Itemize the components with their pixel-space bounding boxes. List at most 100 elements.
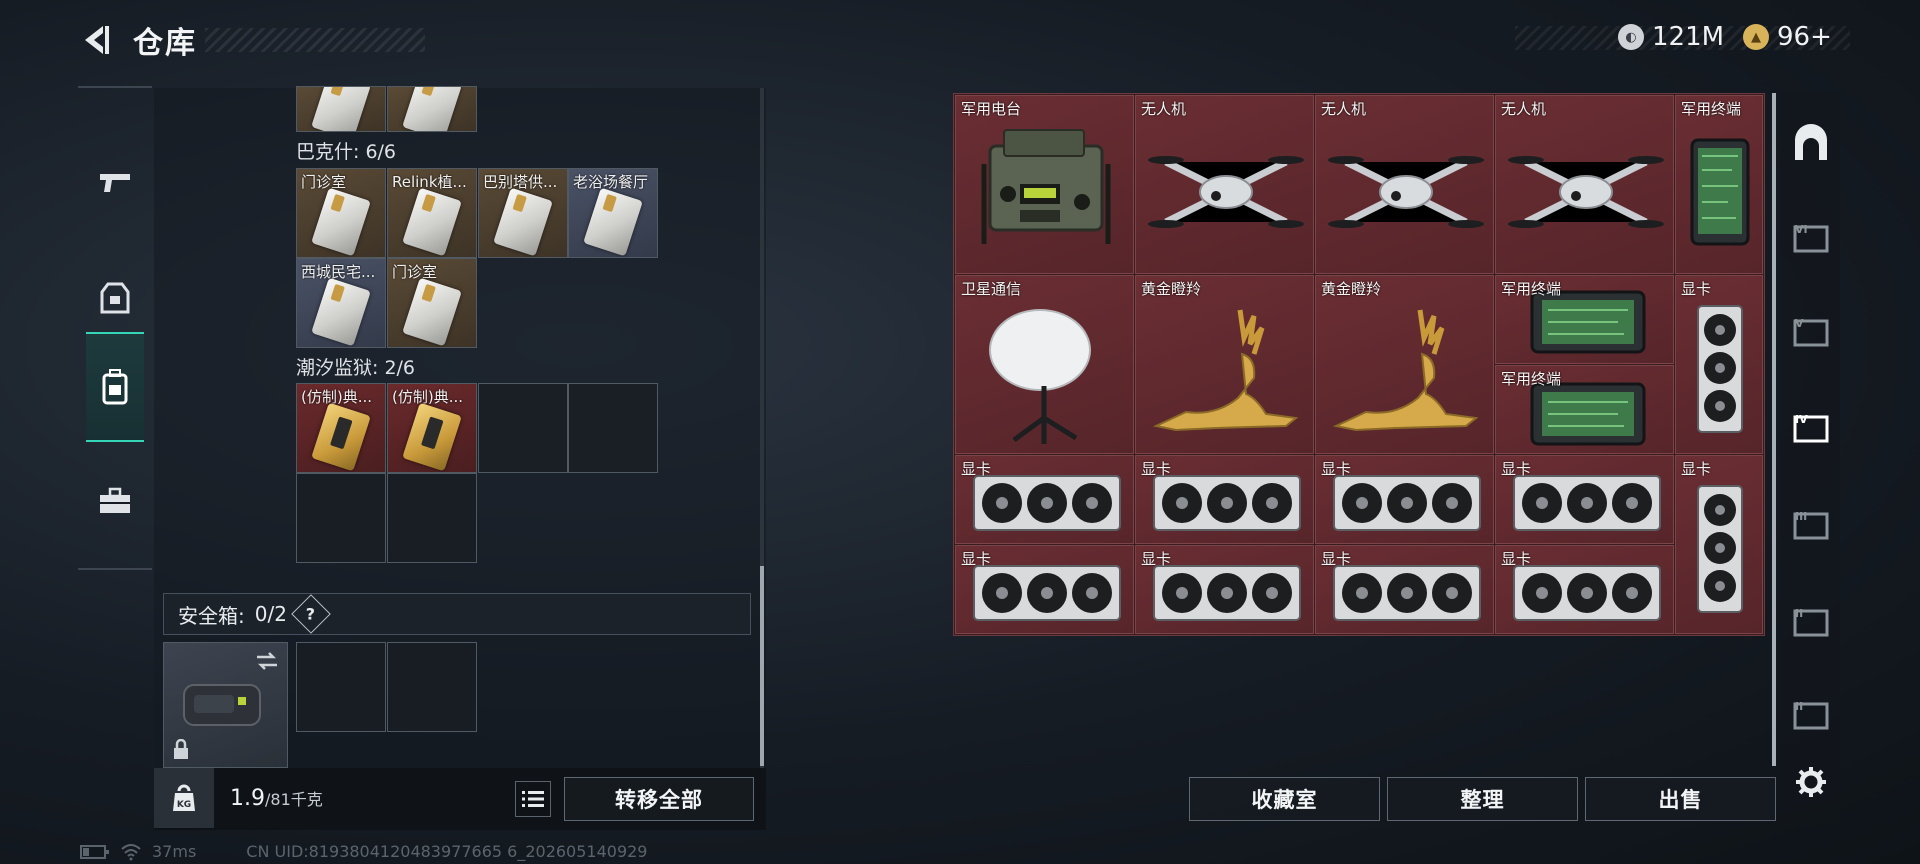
gold-keycard-icon <box>311 402 371 472</box>
safebox-slot[interactable] <box>296 642 386 732</box>
section-title-tidal-prison: 潮汐监狱: 2/6 <box>296 357 416 379</box>
svg-text:KG: KG <box>177 800 191 810</box>
transfer-all-button[interactable]: 转移全部 <box>564 777 754 821</box>
storage-tab-arch[interactable] <box>1787 120 1835 168</box>
weight-readout: 1.9/81千克 <box>230 786 323 811</box>
item-gpu[interactable]: 显卡 <box>955 545 1134 634</box>
nav-backpack[interactable] <box>86 332 144 442</box>
organize-button[interactable]: 整理 <box>1387 777 1578 821</box>
keycard-icon <box>493 187 553 257</box>
item-satellite-comm[interactable]: 卫星通信 <box>955 275 1134 454</box>
svg-text:IV: IV <box>1795 413 1808 426</box>
gpu-icon <box>1513 475 1661 531</box>
left-scrollbar-thumb[interactable] <box>760 566 764 766</box>
svg-text:II: II <box>1795 700 1803 713</box>
sell-button[interactable]: 出售 <box>1585 777 1776 821</box>
storage-tier-icon: IV <box>1793 413 1829 443</box>
help-button[interactable]: ? <box>291 594 331 634</box>
empty-cell[interactable] <box>478 383 568 473</box>
item-drone[interactable]: 无人机 <box>1135 95 1314 274</box>
keycard-icon <box>402 277 462 347</box>
nav-toolbox[interactable] <box>78 446 152 556</box>
storage-tab-tier-ii-b[interactable]: II <box>1787 690 1835 738</box>
item-military-radio[interactable]: 军用电台 <box>955 95 1134 274</box>
arch-icon <box>1795 124 1827 160</box>
item-drone[interactable]: 无人机 <box>1315 95 1494 274</box>
silver-coin-icon: ◐ <box>1618 24 1644 50</box>
safebox-header: 安全箱: 0/2 ? <box>163 593 751 635</box>
nav-weapons[interactable] <box>78 128 152 238</box>
title-decoration <box>205 28 425 52</box>
back-button[interactable] <box>76 18 116 62</box>
inventory-cell[interactable]: (仿制)典... <box>387 383 477 473</box>
left-category-nav <box>78 86 152 570</box>
inventory-cell[interactable]: 门诊室 <box>296 168 386 258</box>
item-gpu[interactable]: 显卡 <box>1315 545 1494 634</box>
item-gpu[interactable]: 显卡 <box>1495 455 1674 544</box>
inventory-cell[interactable]: 老浴场餐厅 <box>568 168 658 258</box>
safebox-container[interactable] <box>163 642 288 768</box>
battery-icon <box>80 844 109 859</box>
drone-icon <box>1148 156 1304 228</box>
storage-tier-icon: V <box>1793 317 1829 347</box>
gpu-icon <box>973 475 1121 531</box>
keycard-icon <box>583 187 643 257</box>
item-military-terminal[interactable]: 军用终端 <box>1495 365 1674 454</box>
gpu-icon <box>1153 565 1301 621</box>
item-gpu[interactable]: 显卡 <box>955 455 1134 544</box>
satellite-dish-icon <box>989 309 1091 444</box>
kettlebell-icon: KG <box>173 784 195 811</box>
page-title: 仓库 <box>133 26 197 61</box>
item-gpu-vertical[interactable]: 显卡 <box>1675 455 1763 634</box>
item-golden-gazelle[interactable]: 黄金瞪羚 <box>1135 275 1314 454</box>
golden-gazelle-icon <box>1332 309 1479 432</box>
inventory-cell[interactable]: (仿制)典... <box>296 383 386 473</box>
right-scrollbar[interactable] <box>1772 93 1776 766</box>
storage-tab-tier-ii[interactable]: II <box>1787 597 1835 645</box>
golden-gazelle-icon <box>1152 309 1299 432</box>
storage-tab-tier-vi[interactable]: VI <box>1787 213 1835 261</box>
inventory-cell[interactable]: 巴别塔供... <box>478 168 568 258</box>
gpu-icon <box>1513 565 1661 621</box>
inventory-cell[interactable] <box>387 86 477 132</box>
item-drone[interactable]: 无人机 <box>1495 95 1674 274</box>
briefcase-icon <box>100 487 130 513</box>
list-view-button[interactable] <box>515 781 551 817</box>
safebox-label: 安全箱: <box>178 603 245 628</box>
item-gpu[interactable]: 显卡 <box>1495 545 1674 634</box>
settings-button[interactable] <box>1787 758 1835 806</box>
keycard-icon <box>311 187 371 257</box>
safebox-count: 0/2 <box>254 602 287 626</box>
uid-readout: CN UID:8193804120483977665 6_20260514092… <box>246 842 648 861</box>
item-gpu[interactable]: 显卡 <box>1135 455 1314 544</box>
storage-tab-tier-iv[interactable]: IV <box>1787 403 1835 451</box>
svg-text:VI: VI <box>1795 223 1808 236</box>
empty-cell[interactable] <box>296 473 386 563</box>
drone-icon <box>1328 156 1484 228</box>
storage-tier-icon: II <box>1793 607 1829 637</box>
storage-tab-tier-v[interactable]: V <box>1787 307 1835 355</box>
item-military-terminal[interactable]: 军用终端 <box>1675 95 1763 274</box>
item-gpu[interactable]: 显卡 <box>1135 545 1314 634</box>
military-terminal-icon <box>1690 138 1750 246</box>
item-gpu[interactable]: 显卡 <box>1315 455 1494 544</box>
collection-room-button[interactable]: 收藏室 <box>1189 777 1380 821</box>
safebox-slot[interactable] <box>387 642 477 732</box>
empty-cell[interactable] <box>387 473 477 563</box>
currency-gold[interactable]: ▲ 96+ <box>1743 22 1832 52</box>
section-title-bakshi: 巴克什: 6/6 <box>296 141 397 163</box>
weight-max: /81千克 <box>265 790 323 809</box>
inventory-cell[interactable] <box>296 86 386 132</box>
keycard-icon <box>402 187 462 257</box>
empty-cell[interactable] <box>568 383 658 473</box>
gpu-icon <box>1333 475 1481 531</box>
item-military-terminal[interactable]: 军用终端 <box>1495 275 1674 364</box>
storage-tab-tier-iii[interactable]: III <box>1787 500 1835 548</box>
item-gpu-vertical[interactable]: 显卡 <box>1675 275 1763 454</box>
item-golden-gazelle[interactable]: 黄金瞪羚 <box>1315 275 1494 454</box>
inventory-cell[interactable]: 西城民宅... <box>296 258 386 348</box>
gpu-icon <box>1697 305 1743 433</box>
inventory-cell[interactable]: Relink植... <box>387 168 477 258</box>
inventory-cell[interactable]: 门诊室 <box>387 258 477 348</box>
gpu-icon <box>1153 475 1301 531</box>
